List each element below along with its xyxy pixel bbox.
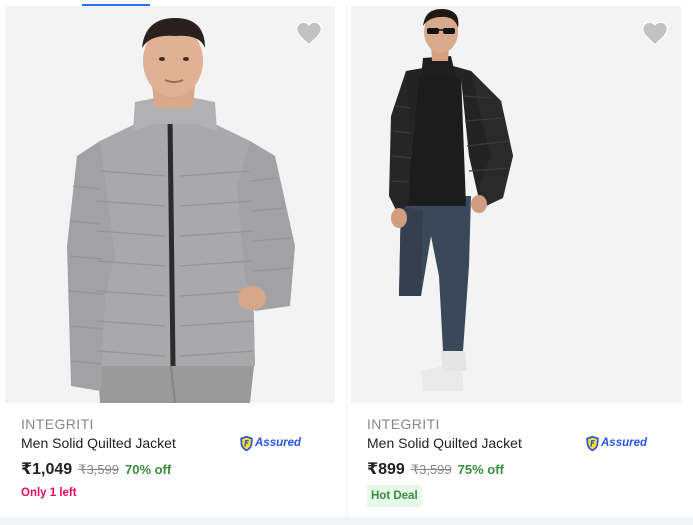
original-price: ₹3,599 <box>410 462 452 477</box>
hot-deal-badge: Hot Deal <box>367 485 422 507</box>
product-grid: INTEGRITI Men Solid Quilted Jacket Assur… <box>0 0 693 525</box>
discount-percent: 70% off <box>124 462 172 477</box>
product-title[interactable]: Men Solid Quilted Jacket <box>367 435 522 451</box>
assured-badge: Assured <box>239 434 301 452</box>
selling-price: ₹899 <box>367 461 405 478</box>
assured-badge: Assured <box>585 434 647 452</box>
wishlist-heart-icon[interactable] <box>295 20 323 46</box>
original-price: ₹3,599 <box>78 462 119 477</box>
product-brand: INTEGRITI <box>367 416 440 432</box>
assured-shield-icon <box>240 435 253 451</box>
assured-label: Assured <box>601 437 648 449</box>
product-brand: INTEGRITI <box>21 416 94 432</box>
selling-price: ₹1,049 <box>21 461 73 478</box>
product-title[interactable]: Men Solid Quilted Jacket <box>21 435 176 451</box>
assured-shield-icon <box>586 435 599 451</box>
wishlist-heart-icon[interactable] <box>641 20 669 46</box>
discount-percent: 75% off <box>457 462 504 477</box>
product-card[interactable]: INTEGRITI Men Solid Quilted Jacket Assur… <box>0 6 346 517</box>
product-image[interactable] <box>5 6 335 403</box>
bottom-strip <box>0 517 693 525</box>
stock-badge: Only 1 left <box>21 487 77 499</box>
price-row: ₹899 ₹3,599 75% off <box>367 459 504 481</box>
product-card[interactable]: INTEGRITI Men Solid Quilted Jacket Assur… <box>347 6 693 517</box>
assured-label: Assured <box>255 437 302 449</box>
price-row: ₹1,049 ₹3,599 70% off <box>21 459 171 481</box>
product-image[interactable] <box>351 6 681 403</box>
